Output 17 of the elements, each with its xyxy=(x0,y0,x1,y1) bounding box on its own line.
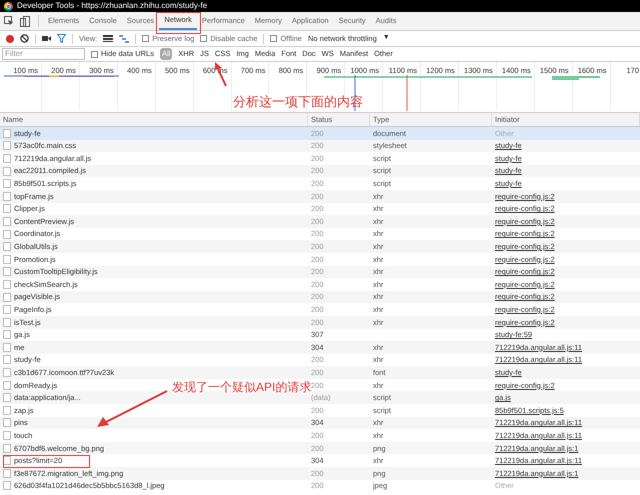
checkbox[interactable] xyxy=(91,50,98,58)
camera-icon[interactable] xyxy=(42,35,51,42)
annotation-text: 发现了一个疑似API的请求 xyxy=(172,379,312,396)
waterfall-view-icon[interactable] xyxy=(119,34,130,42)
window-title: Developer Tools - https://zhuanlan.zhihu.com/study-fe xyxy=(17,0,208,12)
device-icon[interactable] xyxy=(20,16,30,26)
checkbox[interactable] xyxy=(200,35,208,42)
clear-icon[interactable] xyxy=(20,34,29,43)
checkbox[interactable] xyxy=(270,35,278,42)
highlight-frame xyxy=(156,12,201,34)
inspect-icon[interactable] xyxy=(4,16,14,26)
filter-field[interactable]: Filter xyxy=(2,48,85,60)
arrow-drawing xyxy=(96,390,168,428)
checkbox[interactable] xyxy=(142,35,150,42)
list-view-icon[interactable] xyxy=(103,35,114,42)
record-icon[interactable] xyxy=(6,34,14,42)
filter-icon[interactable] xyxy=(57,34,66,43)
